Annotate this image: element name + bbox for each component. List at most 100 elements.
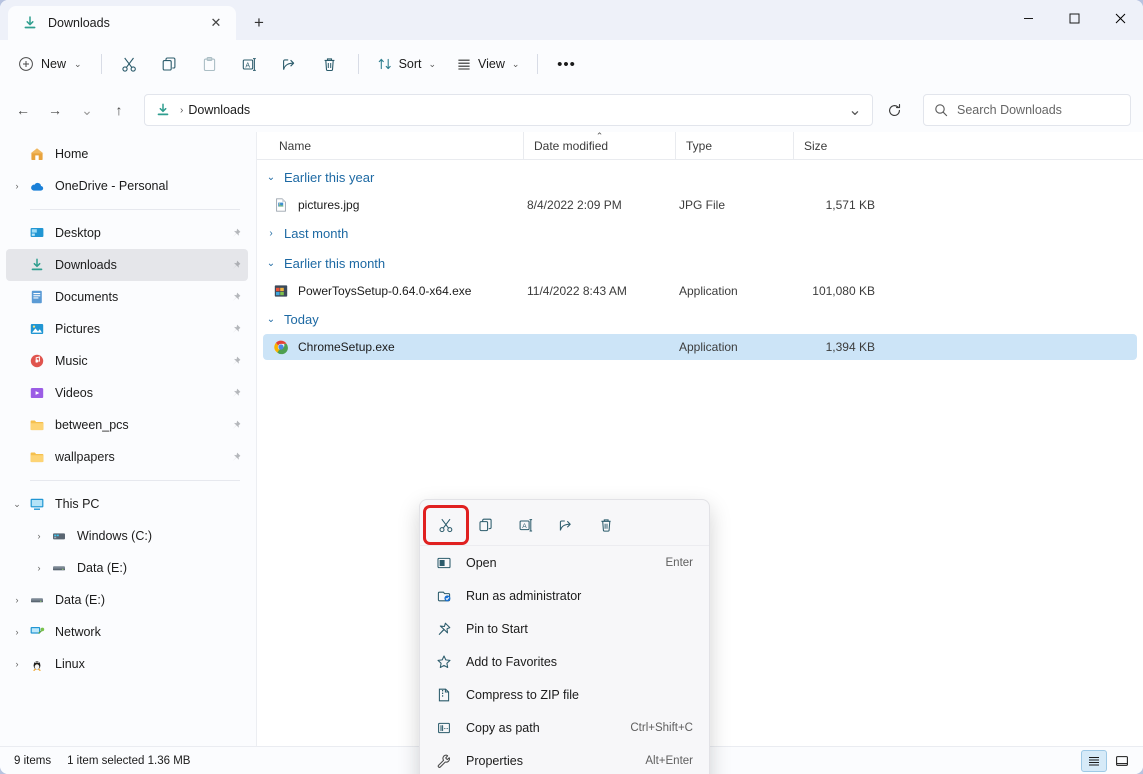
chevron-down-icon[interactable]: ⌄ <box>6 499 28 510</box>
menu-item-properties[interactable]: PropertiesAlt+Enter <box>424 745 705 774</box>
up-button[interactable]: ↑ <box>104 95 134 125</box>
sidebar-item-this-pc[interactable]: ⌄This PC <box>6 488 248 520</box>
close-tab-icon[interactable]: ✕ <box>204 11 228 35</box>
menu-item-label: Properties <box>466 754 645 768</box>
forward-button[interactable]: → <box>40 95 70 125</box>
cut-icon[interactable] <box>111 48 149 80</box>
pin-icon <box>228 451 242 464</box>
view-label: View <box>478 57 505 71</box>
group-header-earlier-this-month[interactable]: ⌄ Earlier this month <box>257 248 1143 278</box>
share-icon[interactable] <box>546 508 586 542</box>
address-bar[interactable]: › Downloads ⌄ <box>144 94 873 126</box>
table-row[interactable]: PowerToysSetup-0.64.0-x64.exe11/4/2022 8… <box>263 278 1137 304</box>
group-label: Earlier this month <box>284 256 385 271</box>
details-view-icon[interactable] <box>1081 750 1107 772</box>
minimize-button[interactable] <box>1005 0 1051 36</box>
sidebar-item-wallpapers[interactable]: wallpapers <box>6 441 248 473</box>
chevron-right-icon[interactable]: › <box>6 595 28 605</box>
address-dropdown-icon[interactable]: ⌄ <box>842 97 868 123</box>
copy-icon[interactable] <box>151 48 189 80</box>
sidebar-item-downloads[interactable]: Downloads <box>6 249 248 281</box>
chevron-right-icon[interactable]: › <box>6 627 28 637</box>
menu-item-compress-to-zip-file[interactable]: Compress to ZIP file <box>424 679 705 711</box>
menu-item-add-to-favorites[interactable]: Add to Favorites <box>424 646 705 678</box>
sidebar-item-onedrive-personal[interactable]: › OneDrive - Personal <box>6 170 248 202</box>
chevron-right-icon[interactable]: › <box>6 181 28 191</box>
copy-icon[interactable] <box>466 508 506 542</box>
delete-icon[interactable] <box>586 508 626 542</box>
group-label: Earlier this year <box>284 170 374 185</box>
search-box[interactable]: Search Downloads <box>923 94 1131 126</box>
paste-icon[interactable] <box>191 48 229 80</box>
menu-item-pin-to-start[interactable]: Pin to Start <box>424 613 705 645</box>
refresh-button[interactable] <box>877 94 911 126</box>
view-button[interactable]: View ⌄ <box>447 48 528 80</box>
sidebar-item-desktop[interactable]: Desktop <box>6 217 248 249</box>
menu-item-open[interactable]: OpenEnter <box>424 547 705 579</box>
folder-icon <box>28 417 46 433</box>
sidebar-item-network[interactable]: ›Network <box>6 616 248 648</box>
maximize-button[interactable] <box>1051 0 1097 36</box>
sort-button[interactable]: Sort ⌄ <box>368 48 445 80</box>
column-header-type[interactable]: Type <box>675 132 793 160</box>
sidebar-item-data-e[interactable]: ›Data (E:) <box>6 552 248 584</box>
chevron-right-icon[interactable]: › <box>265 228 277 239</box>
sidebar-item-documents[interactable]: Documents <box>6 281 248 313</box>
chevron-down-icon[interactable]: ⌄ <box>265 258 277 269</box>
chevron-down-icon[interactable]: ⌄ <box>265 172 277 183</box>
table-row[interactable]: pictures.jpg8/4/2022 2:09 PMJPG File1,57… <box>263 192 1137 218</box>
group-header-last-month[interactable]: ›Last month <box>257 218 1143 248</box>
close-window-button[interactable] <box>1097 0 1143 36</box>
rename-icon[interactable]: A <box>231 48 269 80</box>
more-options-button[interactable]: ••• <box>547 48 585 80</box>
jpg-file-icon <box>273 197 289 213</box>
breadcrumb-path[interactable]: Downloads <box>188 103 250 117</box>
menu-item-run-as-administrator[interactable]: Run as administrator <box>424 580 705 612</box>
new-tab-button[interactable]: + <box>244 8 274 38</box>
sidebar-item-linux[interactable]: › Linux <box>6 648 248 680</box>
wrench-icon <box>434 753 454 769</box>
share-icon[interactable] <box>271 48 309 80</box>
sidebar-item-videos[interactable]: Videos <box>6 377 248 409</box>
desktop-icon <box>28 225 46 241</box>
sidebar-item-label: OneDrive - Personal <box>55 179 242 193</box>
file-name: pictures.jpg <box>298 198 527 212</box>
powertoys-icon <box>273 283 289 299</box>
table-row[interactable]: ChromeSetup.exeApplication1,394 KB <box>263 334 1137 360</box>
chevron-right-icon[interactable]: › <box>28 563 50 573</box>
large-icons-view-icon[interactable] <box>1109 750 1135 772</box>
new-button[interactable]: New ⌄ <box>10 48 92 80</box>
linux-icon <box>28 656 46 672</box>
file-date-modified: 8/4/2022 2:09 PM <box>527 198 679 212</box>
column-header-date-modified[interactable]: ⌃ Date modified <box>523 132 675 160</box>
sidebar-item-music[interactable]: Music <box>6 345 248 377</box>
chevron-down-icon[interactable]: ⌄ <box>265 314 277 325</box>
chevron-right-icon[interactable]: › <box>6 659 28 669</box>
plus-circle-icon <box>18 56 34 72</box>
sort-icon <box>377 56 393 72</box>
column-header-size[interactable]: Size <box>793 132 879 160</box>
back-button[interactable]: ← <box>8 95 38 125</box>
delete-icon[interactable] <box>311 48 349 80</box>
pin-icon <box>434 621 454 637</box>
sidebar-item-windows-c[interactable]: ›Windows (C:) <box>6 520 248 552</box>
column-header-name[interactable]: Name <box>269 132 523 160</box>
chevron-right-icon[interactable]: › <box>28 531 50 541</box>
rename-icon[interactable]: A <box>506 508 546 542</box>
sidebar-item-home[interactable]: Home <box>6 138 248 170</box>
sidebar-item-between-pcs[interactable]: between_pcs <box>6 409 248 441</box>
sidebar-item-pictures[interactable]: Pictures <box>6 313 248 345</box>
tab-downloads[interactable]: Downloads ✕ <box>8 6 236 40</box>
group-header-today[interactable]: ⌄Today <box>257 304 1143 334</box>
star-icon <box>434 654 454 670</box>
divider <box>537 54 538 74</box>
group-header-earlier-this-year[interactable]: ⌄ Earlier this year <box>257 162 1143 192</box>
cut-icon[interactable] <box>426 508 466 542</box>
recent-locations-button[interactable]: ⌄ <box>72 95 102 125</box>
menu-item-copy-as-path[interactable]: Copy as pathCtrl+Shift+C <box>424 712 705 744</box>
sidebar-item-data-e[interactable]: ›Data (E:) <box>6 584 248 616</box>
thispc-icon <box>28 496 46 512</box>
menu-item-label: Compress to ZIP file <box>466 688 693 702</box>
sidebar-item-label: Linux <box>55 657 242 671</box>
new-button-label: New <box>41 57 66 71</box>
